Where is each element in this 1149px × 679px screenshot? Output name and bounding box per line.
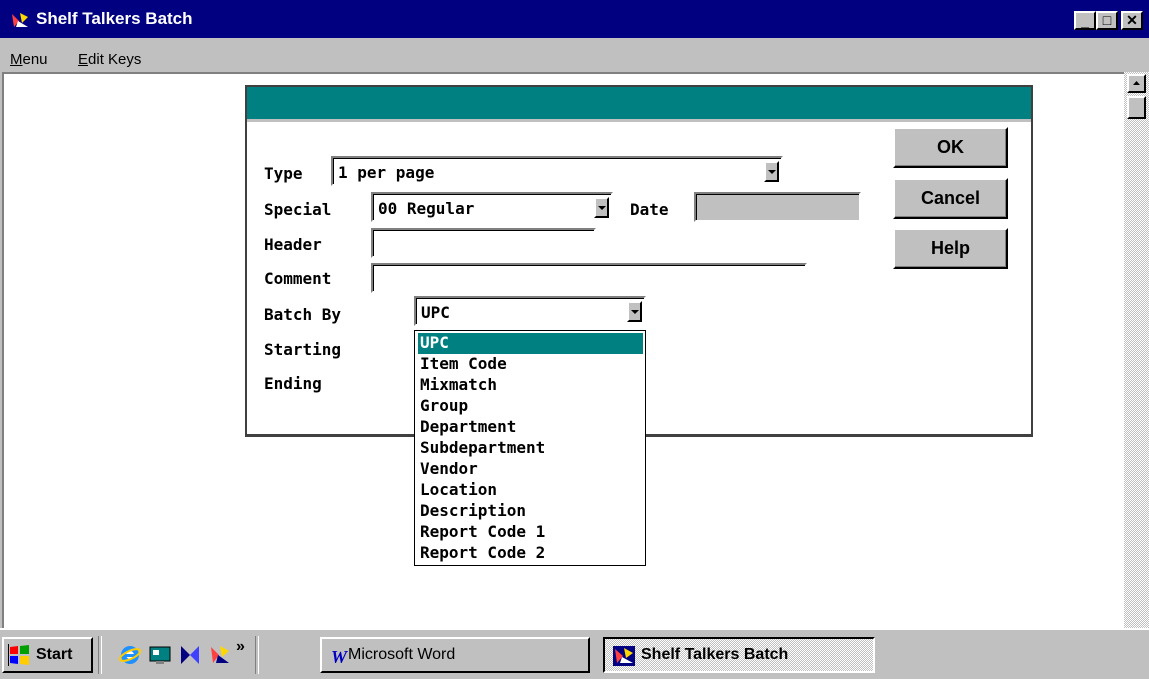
maximize-icon: □ bbox=[1102, 12, 1112, 28]
date-field[interactable] bbox=[694, 192, 861, 222]
special-dropdown-button[interactable] bbox=[594, 197, 609, 218]
dropdown-option-department[interactable]: Department bbox=[418, 417, 643, 438]
taskbar-separator bbox=[98, 636, 102, 674]
close-icon: ✕ bbox=[1126, 12, 1138, 28]
app-icon[interactable] bbox=[208, 643, 232, 667]
dropdown-option-report-code-1[interactable]: Report Code 1 bbox=[418, 522, 643, 543]
start-label: Start bbox=[36, 646, 73, 663]
batch-by-value: UPC bbox=[421, 303, 450, 322]
special-label: Special bbox=[264, 200, 332, 219]
header-label: Header bbox=[264, 235, 322, 254]
vertical-scrollbar[interactable] bbox=[1124, 72, 1149, 628]
scroll-up-button[interactable] bbox=[1127, 74, 1146, 93]
dropdown-option-upc[interactable]: UPC bbox=[418, 333, 643, 354]
menu-item-menu[interactable]: Menu bbox=[10, 51, 48, 68]
type-value: 1 per page bbox=[338, 163, 435, 182]
ending-label: Ending bbox=[264, 374, 322, 393]
dropdown-option-location[interactable]: Location bbox=[418, 480, 643, 501]
internet-explorer-icon[interactable] bbox=[118, 643, 142, 667]
arrow-up-icon bbox=[1133, 81, 1140, 85]
task-label: Shelf Talkers Batch bbox=[641, 646, 789, 663]
task-shelf-talkers-batch[interactable]: Shelf Talkers Batch bbox=[603, 637, 875, 673]
batch-by-select[interactable]: UPC bbox=[414, 296, 646, 326]
dropdown-option-item-code[interactable]: Item Code bbox=[418, 354, 643, 375]
batch-by-dropdown-button[interactable] bbox=[627, 301, 642, 322]
close-button[interactable]: ✕ bbox=[1121, 11, 1143, 30]
svg-text:W: W bbox=[331, 647, 349, 666]
task-microsoft-word[interactable]: W Microsoft Word bbox=[320, 637, 590, 673]
window-title: Shelf Talkers Batch bbox=[36, 9, 193, 28]
ok-button[interactable]: OK bbox=[893, 127, 1008, 168]
type-label: Type bbox=[264, 164, 303, 183]
starting-label: Starting bbox=[264, 340, 342, 359]
help-button[interactable]: Help bbox=[893, 228, 1008, 269]
header-field[interactable] bbox=[371, 228, 596, 258]
dialog-title-bar bbox=[247, 87, 1031, 119]
type-dropdown-button[interactable] bbox=[764, 161, 779, 182]
menu-item-edit-keys[interactable]: Edit Keys bbox=[78, 51, 141, 68]
dropdown-option-vendor[interactable]: Vendor bbox=[418, 459, 643, 480]
minimize-button[interactable]: _ bbox=[1074, 11, 1096, 30]
date-label: Date bbox=[630, 200, 669, 219]
dropdown-option-group[interactable]: Group bbox=[418, 396, 643, 417]
maximize-button[interactable]: □ bbox=[1096, 11, 1118, 30]
menu-bar: Menu Edit Keys bbox=[0, 38, 1149, 72]
tool-icon[interactable] bbox=[178, 643, 202, 667]
app-icon bbox=[10, 11, 30, 29]
special-value: 00 Regular bbox=[378, 199, 475, 218]
comment-field[interactable] bbox=[371, 263, 807, 293]
title-bar[interactable]: Shelf Talkers Batch _ □ ✕ bbox=[0, 0, 1149, 38]
type-select[interactable]: 1 per page bbox=[331, 156, 783, 186]
minimize-icon: _ bbox=[1081, 13, 1089, 29]
dropdown-option-mixmatch[interactable]: Mixmatch bbox=[418, 375, 643, 396]
dropdown-option-report-code-2[interactable]: Report Code 2 bbox=[418, 543, 643, 564]
start-button[interactable]: Start bbox=[2, 637, 93, 673]
special-select[interactable]: 00 Regular bbox=[371, 192, 613, 222]
show-desktop-icon[interactable] bbox=[148, 643, 172, 667]
batch-by-dropdown-list[interactable]: UPC Item Code Mixmatch Group Department … bbox=[414, 330, 646, 566]
chevron-right-icon[interactable]: » bbox=[236, 638, 245, 656]
task-label: Microsoft Word bbox=[348, 646, 456, 663]
dropdown-option-description[interactable]: Description bbox=[418, 501, 643, 522]
scroll-thumb[interactable] bbox=[1127, 96, 1146, 119]
dialog-title-rule bbox=[247, 119, 1031, 122]
comment-label: Comment bbox=[264, 269, 332, 288]
cancel-button[interactable]: Cancel bbox=[893, 178, 1008, 219]
dropdown-option-subdepartment[interactable]: Subdepartment bbox=[418, 438, 643, 459]
batch-by-label: Batch By bbox=[264, 305, 342, 324]
app-icon bbox=[613, 646, 635, 666]
taskbar: Start » W Microsoft Word Shelf Talkers B… bbox=[0, 628, 1149, 679]
windows-logo-icon bbox=[8, 644, 29, 666]
taskbar-separator bbox=[255, 636, 259, 674]
